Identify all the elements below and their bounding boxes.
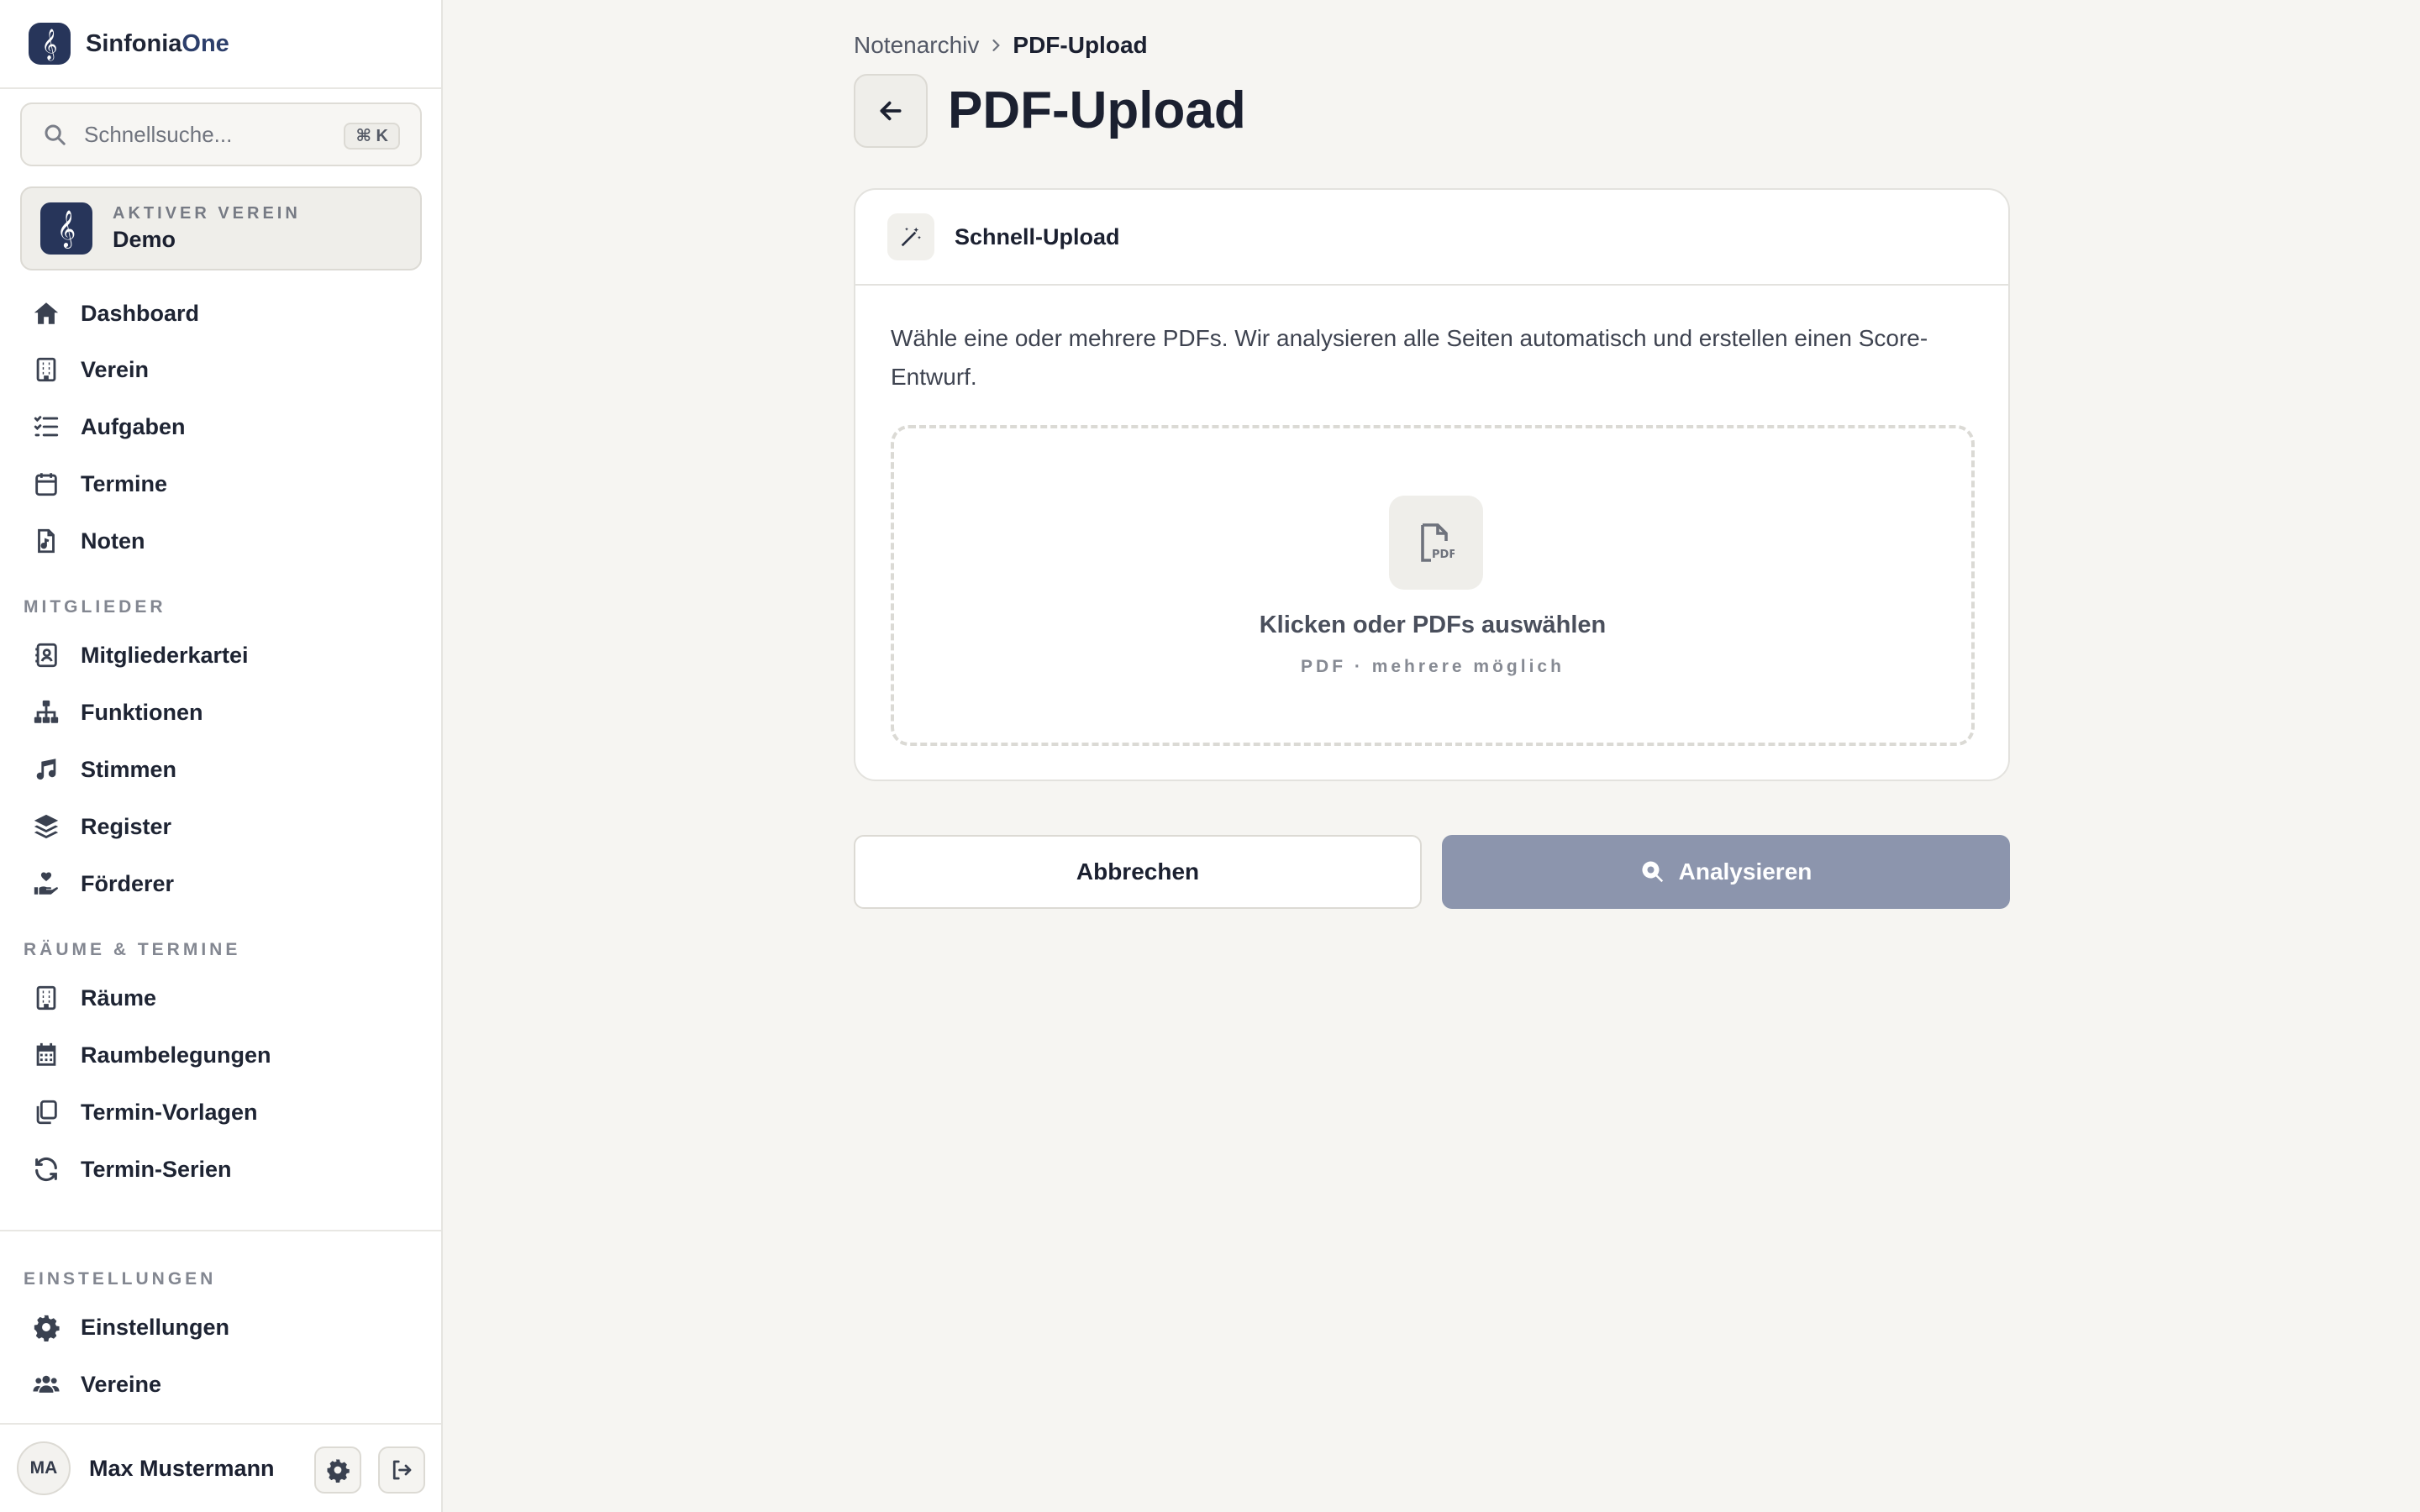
layers-icon xyxy=(34,814,59,839)
logout-icon xyxy=(392,1460,412,1480)
brand-header[interactable]: 𝄞 SinfoniaOne xyxy=(0,0,441,89)
sidebar-item-vereine[interactable]: Vereine xyxy=(20,1361,422,1408)
analyze-button[interactable]: Analysieren xyxy=(1442,835,2010,909)
building-icon xyxy=(36,985,56,1011)
calendar-grid-icon xyxy=(36,1042,56,1066)
list-check-icon xyxy=(34,416,59,437)
sidebar-item-noten[interactable]: Noten xyxy=(20,517,422,564)
section-heading-rooms-events: RÄUME & TERMINE xyxy=(24,940,241,959)
back-button[interactable] xyxy=(854,74,928,148)
section-heading-settings: EINSTELLUNGEN xyxy=(24,1269,217,1289)
arrow-left-icon xyxy=(880,101,902,121)
calendar-icon xyxy=(35,473,57,496)
sidebar-item-register[interactable]: Register xyxy=(20,803,422,850)
sidebar-item-stimmen[interactable]: Stimmen xyxy=(20,746,422,793)
treble-clef-logo-icon: 𝄞 xyxy=(29,23,71,65)
section-heading-members: MITGLIEDER xyxy=(24,597,166,617)
breadcrumb-current: PDF-Upload xyxy=(1013,32,1148,58)
sidebar-item-aufgaben[interactable]: Aufgaben xyxy=(20,403,422,450)
quick-search-input[interactable]: Schnellsuche... ⌘ K xyxy=(20,102,422,166)
sidebar-divider xyxy=(0,1230,441,1231)
card-title: Schnell-Upload xyxy=(955,223,1120,249)
pdf-dropzone[interactable]: PDF Klicken oder PDFs auswählen PDF · me… xyxy=(891,425,1975,746)
sidebar-item-foerderer[interactable]: Förderer xyxy=(20,860,422,907)
user-profile-bar: MA Max Mustermann xyxy=(0,1423,441,1512)
dropzone-title: Klicken oder PDFs auswählen xyxy=(1259,612,1607,638)
address-card-icon xyxy=(35,643,57,668)
active-club-label: AKTIVER VEREIN xyxy=(113,204,301,223)
svg-text:PDF: PDF xyxy=(1432,549,1455,561)
users-icon xyxy=(33,1375,60,1393)
search-icon xyxy=(45,124,66,145)
sidebar: 𝄞 SinfoniaOne Schnellsuche... ⌘ K 𝄞 AKTI… xyxy=(0,0,443,1512)
breadcrumb-link-notenarchiv[interactable]: Notenarchiv xyxy=(854,32,979,59)
chevron-right-icon xyxy=(992,39,1001,51)
copy-icon xyxy=(36,1100,57,1125)
dropzone-subtitle: PDF · mehrere möglich xyxy=(1301,657,1565,676)
sidebar-item-termin-vorlagen[interactable]: Termin-Vorlagen xyxy=(20,1089,422,1136)
music-note-icon xyxy=(36,759,56,780)
sidebar-item-raeume[interactable]: Räume xyxy=(20,974,422,1021)
cancel-button[interactable]: Abbrechen xyxy=(854,835,1422,909)
sitemap-icon xyxy=(34,700,59,723)
sidebar-item-funktionen[interactable]: Funktionen xyxy=(20,689,422,736)
sidebar-item-verein[interactable]: Verein xyxy=(20,346,422,393)
sidebar-item-termine[interactable]: Termine xyxy=(20,460,422,507)
upload-description: Wähle eine oder mehrere PDFs. Wir analys… xyxy=(891,325,1928,390)
card-header: Schnell-Upload xyxy=(855,190,2008,286)
logout-button[interactable] xyxy=(378,1446,425,1494)
home-icon xyxy=(34,302,59,324)
building-icon xyxy=(36,357,56,382)
music-file-icon xyxy=(38,528,55,554)
user-settings-button[interactable] xyxy=(314,1446,361,1494)
gear-icon xyxy=(34,1315,60,1341)
sidebar-item-dashboard[interactable]: Dashboard xyxy=(20,290,422,337)
pdf-file-icon: PDF xyxy=(1389,496,1483,590)
search-shortcut-badge: ⌘ K xyxy=(344,123,400,150)
sidebar-item-termin-serien[interactable]: Termin-Serien xyxy=(20,1146,422,1193)
active-club-switcher[interactable]: 𝄞 AKTIVER VEREIN Demo xyxy=(20,186,422,270)
club-logo-icon: 𝄞 xyxy=(40,202,92,255)
sidebar-item-raumbelegungen[interactable]: Raumbelegungen xyxy=(20,1032,422,1079)
page-title: PDF-Upload xyxy=(948,81,1246,139)
avatar[interactable]: MA xyxy=(17,1441,71,1495)
quick-upload-card: Schnell-Upload Wähle eine oder mehrere P… xyxy=(854,188,2010,781)
breadcrumb: Notenarchiv PDF-Upload xyxy=(854,30,1148,60)
gear-icon xyxy=(327,1459,350,1483)
user-name: Max Mustermann xyxy=(89,1455,275,1481)
hand-holding-heart-icon xyxy=(34,872,58,895)
sidebar-item-mitgliederkartei[interactable]: Mitgliederkartei xyxy=(20,632,422,679)
analyze-button-label: Analysieren xyxy=(1678,858,1812,885)
search-placeholder: Schnellsuche... xyxy=(84,121,233,147)
magic-wand-icon xyxy=(887,213,934,260)
brand-name: SinfoniaOne xyxy=(86,29,229,57)
sidebar-item-einstellungen[interactable]: Einstellungen xyxy=(20,1304,422,1351)
refresh-icon xyxy=(35,1157,57,1182)
active-club-name: Demo xyxy=(113,227,176,252)
search-magnify-icon xyxy=(1642,861,1663,883)
